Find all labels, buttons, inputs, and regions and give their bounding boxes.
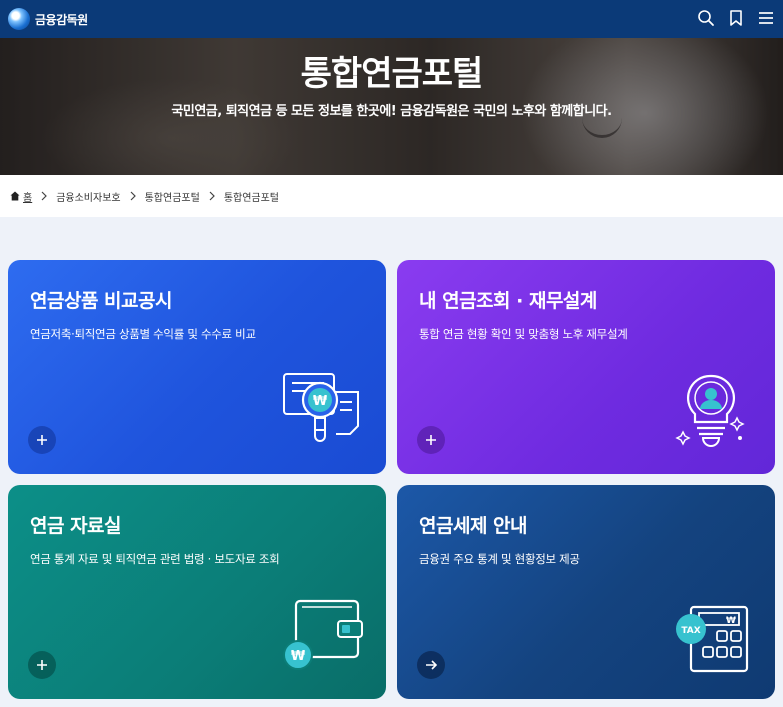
- card-plus-button[interactable]: [28, 651, 56, 679]
- logo-text: 금융감독원: [35, 12, 88, 27]
- breadcrumb: 홈 금융소비자보호 통합연금포털 통합연금포털: [0, 175, 783, 217]
- card-title: 연금상품 비교공시: [30, 290, 172, 312]
- card-title: 내 연금조회 · 재무설계: [419, 290, 597, 312]
- card-plus-button[interactable]: [28, 426, 56, 454]
- card-description: 연금 통계 자료 및 퇴직연금 관련 법령 · 보도자료 조회: [30, 552, 280, 566]
- hero-banner: 통합연금포털 국민연금, 퇴직연금 등 모든 정보를 한곳에! 금융감독원은 국…: [0, 38, 783, 175]
- breadcrumb-item[interactable]: 금융소비자보호: [56, 189, 120, 204]
- header-icons: [697, 9, 775, 27]
- card-pension-tax-guide[interactable]: 연금세제 안내 금융권 주요 통계 및 현황정보 제공 ₩ TAX: [397, 485, 775, 699]
- won-symbol: ₩: [313, 394, 328, 409]
- plus-icon: [37, 660, 47, 670]
- bookmark-icon[interactable]: [727, 9, 745, 27]
- chevron-right-icon: [41, 191, 48, 201]
- card-pension-product-comparison[interactable]: 연금상품 비교공시 연금저축·퇴직연금 상품별 수익률 및 수수료 비교 ₩: [8, 260, 386, 474]
- won-symbol: ₩: [726, 616, 736, 626]
- hero-subtitle: 국민연금, 퇴직연금 등 모든 정보를 한곳에! 금융감독원은 국민의 노후와 …: [171, 104, 612, 119]
- top-header: 금융감독원: [0, 0, 783, 38]
- lightbulb-person-icon: [675, 374, 745, 447]
- arrow-right-icon: [426, 660, 438, 670]
- card-plus-button[interactable]: [417, 426, 445, 454]
- card-arrow-button[interactable]: [417, 651, 445, 679]
- calculator-tax-icon: ₩ TAX: [676, 605, 749, 673]
- globe-logo-icon: [8, 8, 30, 30]
- site-logo[interactable]: 금융감독원: [8, 8, 88, 30]
- menu-icon[interactable]: [757, 9, 775, 27]
- breadcrumb-home[interactable]: 홈: [10, 189, 32, 204]
- card-pension-library[interactable]: 연금 자료실 연금 통계 자료 및 퇴직연금 관련 법령 · 보도자료 조회 ₩: [8, 485, 386, 699]
- won-symbol: ₩: [291, 649, 306, 664]
- document-magnifier-won-icon: ₩: [283, 373, 359, 442]
- tax-label: TAX: [681, 626, 700, 636]
- breadcrumb-home-label: 홈: [23, 192, 33, 204]
- card-title: 연금세제 안내: [419, 515, 528, 537]
- breadcrumb-item[interactable]: 통합연금포털: [224, 189, 279, 204]
- card-description: 금융권 주요 통계 및 현황정보 제공: [419, 552, 580, 566]
- chevron-right-icon: [209, 191, 215, 201]
- search-icon[interactable]: [697, 9, 715, 27]
- plus-icon: [426, 435, 436, 445]
- home-icon: [10, 191, 20, 201]
- chevron-right-icon: [130, 191, 136, 201]
- plus-icon: [37, 435, 47, 445]
- card-description: 연금저축·퇴직연금 상품별 수익률 및 수수료 비교: [30, 327, 256, 341]
- breadcrumb-item[interactable]: 통합연금포털: [145, 189, 200, 204]
- card-title: 연금 자료실: [30, 515, 122, 537]
- card-description: 통합 연금 현황 확인 및 맞춤형 노후 재무설계: [419, 327, 628, 341]
- card-my-pension-financial-planning[interactable]: 내 연금조회 · 재무설계 통합 연금 현황 확인 및 맞춤형 노후 재무설계: [397, 260, 775, 474]
- wallet-won-icon: ₩: [283, 599, 363, 670]
- hero-title: 통합연금포털: [300, 54, 484, 94]
